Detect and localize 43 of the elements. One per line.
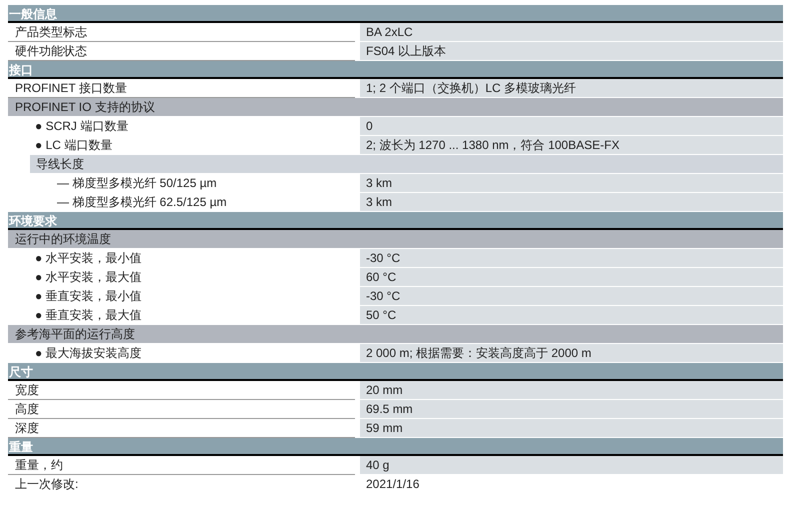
row-label: 宽度 — [15, 383, 39, 397]
row-value: 1; 2 个端口（交换机）LC 多模玻璃光纤 — [366, 81, 576, 95]
group-header: 参考海平面的运行高度 — [8, 325, 783, 344]
row-value: 0 — [366, 119, 373, 133]
section-header: 环境要求 — [8, 212, 783, 230]
row-value: 40 g — [366, 458, 390, 472]
row-value: 69.5 mm — [366, 402, 413, 416]
section-header: 重量 — [8, 438, 783, 456]
row-label: — 梯度型多模光纤 62.5/125 µm — [57, 195, 227, 209]
modified-date: 2021/1/16 — [366, 477, 420, 491]
row-label: ● 水平安装，最大值 — [35, 270, 142, 284]
row-label: ● 垂直安装，最大值 — [35, 308, 142, 322]
row-label: ● LC 端口数量 — [35, 138, 112, 152]
row-value: FS04 以上版本 — [366, 44, 446, 58]
section-header: 接口 — [8, 61, 783, 79]
row-value: 3 km — [366, 176, 392, 190]
row-value: -30 °C — [366, 289, 400, 303]
row-label: ● SCRJ 端口数量 — [35, 119, 128, 133]
row-value: 60 °C — [366, 270, 396, 284]
section-header: 尺寸 — [8, 363, 783, 381]
row-value: 59 mm — [366, 421, 403, 435]
row-label: — 梯度型多模光纤 50/125 µm — [57, 176, 217, 190]
row-label: 重量，约 — [15, 458, 63, 472]
row-value: BA 2xLC — [366, 25, 413, 39]
row-value: 50 °C — [366, 308, 396, 322]
group-header: 运行中的环境温度 — [8, 230, 783, 249]
row-value: 2; 波长为 1270 ... 1380 nm，符合 100BASE-FX — [366, 138, 620, 152]
row-label: 产品类型标志 — [15, 25, 87, 39]
row-label: ● 垂直安装，最小值 — [35, 289, 142, 303]
row-label: ● 水平安装，最小值 — [35, 251, 142, 265]
row-label: 硬件功能状态 — [15, 44, 87, 58]
row-label: 高度 — [15, 402, 39, 416]
row-value: 3 km — [366, 195, 392, 209]
row-label: PROFINET 接口数量 — [15, 81, 127, 95]
row-label: ● 最大海拔安装高度 — [35, 346, 142, 360]
group-header: 导线长度 — [30, 155, 783, 174]
modified-label: 上一次修改: — [15, 477, 78, 491]
section-header: 一般信息 — [8, 5, 783, 23]
group-header: PROFINET IO 支持的协议 — [8, 98, 783, 117]
row-value: -30 °C — [366, 251, 400, 265]
row-value: 20 mm — [366, 383, 403, 397]
row-value: 2 000 m; 根据需要：安装高度高于 2000 m — [366, 346, 592, 360]
row-label: 深度 — [15, 421, 39, 435]
